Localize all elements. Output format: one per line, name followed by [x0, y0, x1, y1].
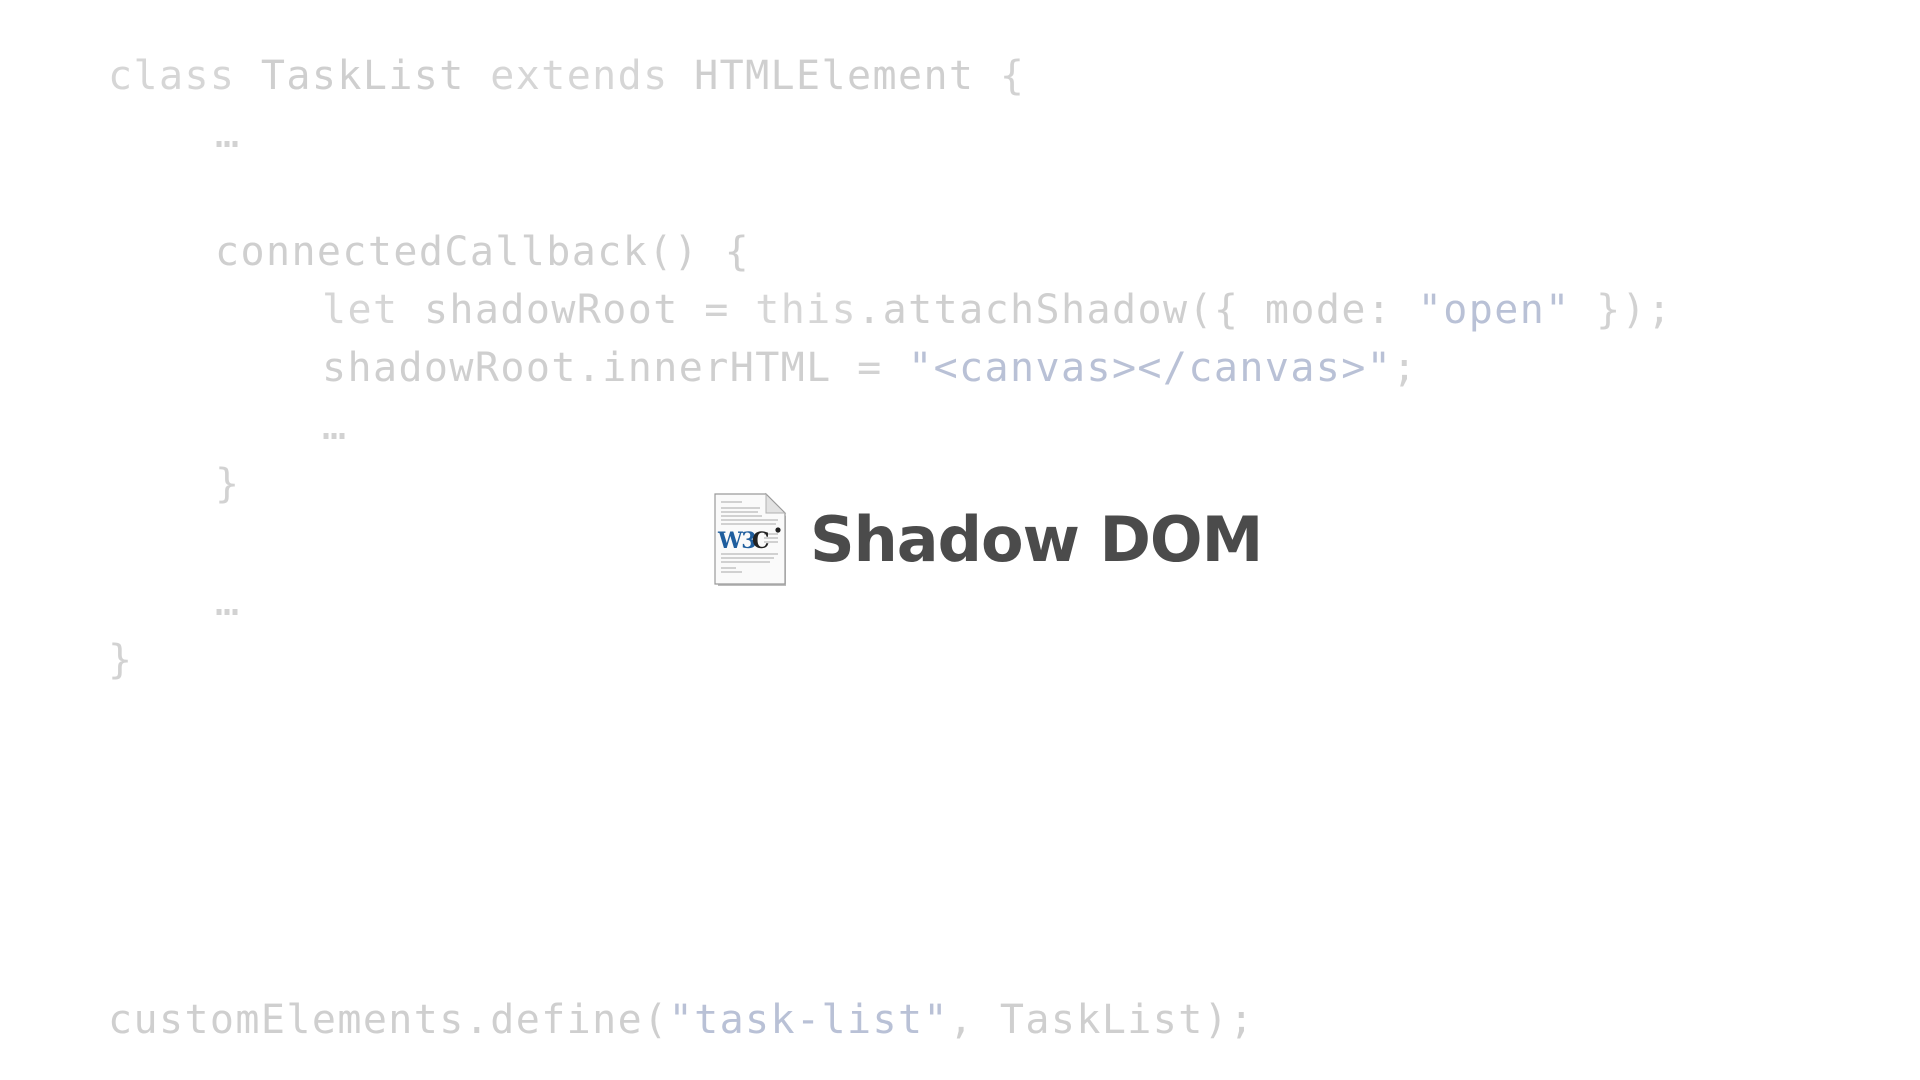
keyword-extends: extends	[490, 53, 669, 99]
semicolon: ;	[1392, 345, 1418, 391]
base-class-name: HTMLElement	[694, 53, 975, 99]
string-open: "open"	[1417, 287, 1571, 333]
assignment-operator: =	[704, 287, 730, 333]
inner-html-lhs: shadowRoot.innerHTML	[322, 345, 832, 391]
code-line-ellipsis-2: …	[322, 398, 347, 454]
class-name: TaskList	[260, 53, 465, 99]
code-line-attach-shadow: let shadowRoot = this.attachShadow({ mod…	[322, 282, 1673, 338]
code-line-class-close: }	[108, 632, 133, 688]
keyword-class: class	[108, 53, 236, 99]
w3c-document-icon: W3 C	[714, 492, 787, 586]
close-brace: }	[108, 637, 134, 683]
code-line-ellipsis-1: …	[215, 106, 240, 162]
attach-shadow-call: .attachShadow({ mode:	[857, 287, 1393, 333]
string-canvas: "<canvas></canvas>"	[908, 345, 1393, 391]
code-line-method-close: }	[215, 456, 240, 512]
variable-shadow-root: shadowRoot	[423, 287, 679, 333]
code-line-class-declaration: class TaskList extends HTMLElement {	[108, 48, 1025, 104]
title-shadow-dom: Shadow DOM	[810, 503, 1263, 576]
assignment-operator: =	[857, 345, 883, 391]
call-close: });	[1596, 287, 1673, 333]
code-line-connected-callback: connectedCallback() {	[215, 224, 750, 280]
method-signature: connectedCallback() {	[215, 229, 751, 275]
svg-text:W3: W3	[717, 528, 755, 554]
code-line-ellipsis-3: …	[215, 574, 240, 630]
close-brace: }	[215, 461, 241, 507]
ellipsis: …	[215, 111, 241, 157]
define-args-close: , TaskList);	[948, 997, 1255, 1043]
ellipsis: …	[215, 579, 241, 625]
slide-title: W3 C Shadow DOM	[712, 490, 1263, 590]
keyword-let: let	[322, 287, 399, 333]
string-task-list: "task-list"	[668, 997, 949, 1043]
define-call: customElements.define(	[108, 997, 669, 1043]
code-line-define: customElements.define("task-list", TaskL…	[108, 992, 1255, 1048]
code-line-inner-html: shadowRoot.innerHTML = "<canvas></canvas…	[322, 340, 1418, 396]
svg-text:C: C	[752, 528, 770, 554]
open-brace: {	[999, 53, 1026, 99]
keyword-this: this	[755, 287, 858, 333]
ellipsis: …	[322, 403, 348, 449]
